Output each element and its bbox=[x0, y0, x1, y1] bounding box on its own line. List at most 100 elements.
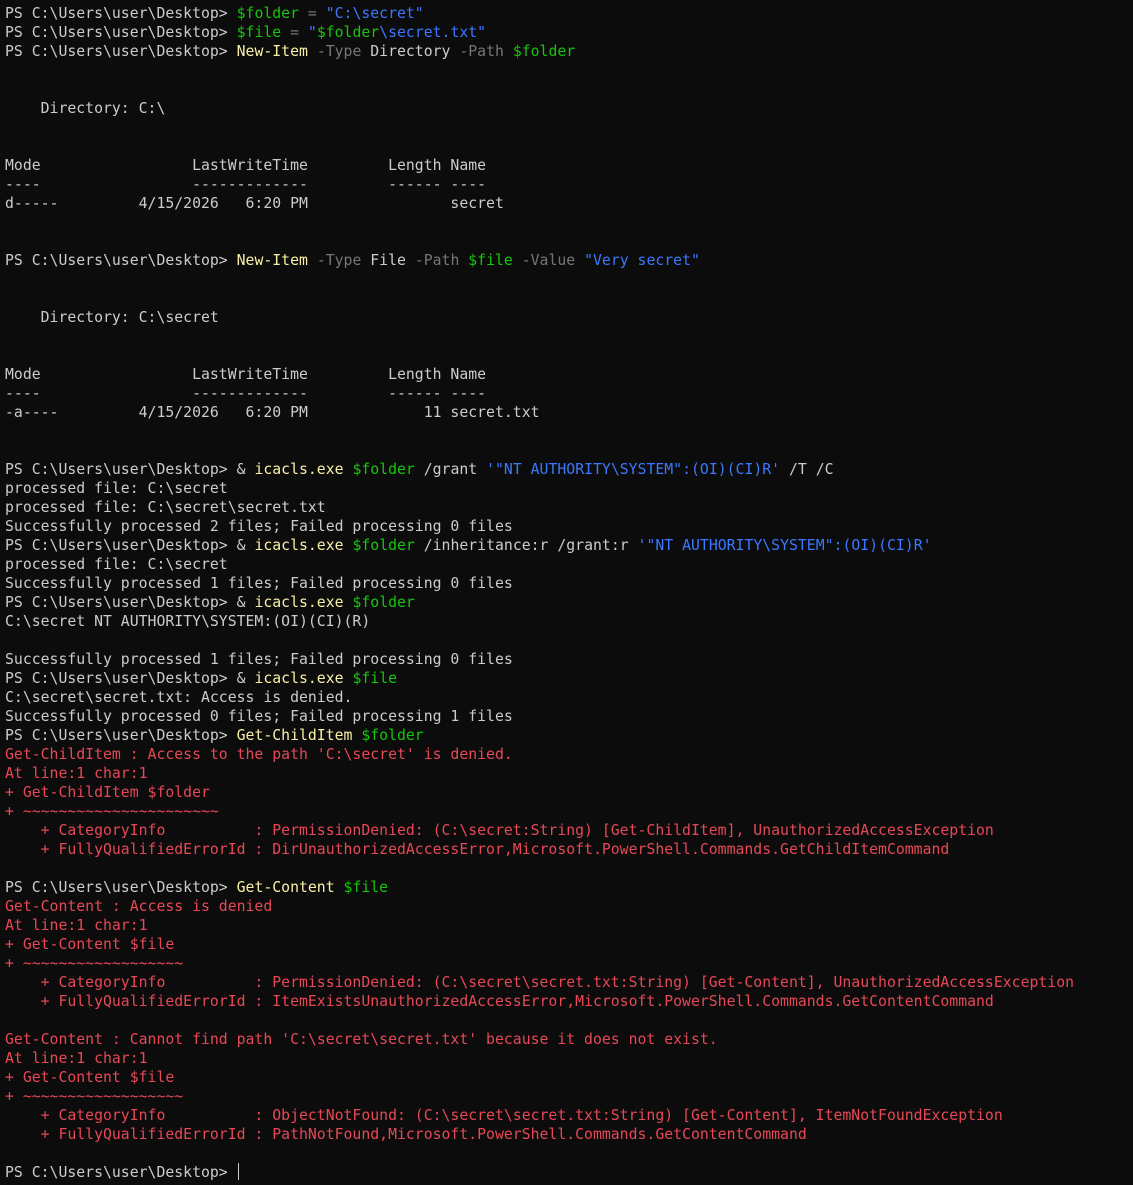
terminal-line: + ~~~~~~~~~~~~~~~~~~ bbox=[5, 1087, 1133, 1106]
terminal-line: PS C:\Users\user\Desktop> $folder = "C:\… bbox=[5, 4, 1133, 23]
terminal-text-segment: Get-Content : Cannot find path 'C:\secre… bbox=[5, 1031, 718, 1048]
terminal-text-segment: PS C:\Users\user\Desktop> bbox=[5, 537, 237, 554]
terminal-text-segment: processed file: C:\secret bbox=[5, 480, 228, 497]
terminal-text-segment: & bbox=[236, 594, 255, 611]
terminal-text-segment: PS C:\Users\user\Desktop> bbox=[5, 670, 237, 687]
terminal-text-segment: $folder bbox=[512, 43, 576, 60]
terminal-line: Directory: C:\secret bbox=[5, 308, 1133, 327]
terminal-text-segment: \secret.txt" bbox=[379, 24, 487, 41]
terminal-text-segment: $folder bbox=[352, 461, 415, 478]
terminal-text-segment: + ~~~~~~~~~~~~~~~~~~~~~~ bbox=[5, 803, 219, 820]
text-cursor bbox=[237, 1163, 239, 1180]
terminal-line: + ~~~~~~~~~~~~~~~~~~ bbox=[5, 954, 1133, 973]
active-prompt-line[interactable]: PS C:\Users\user\Desktop> bbox=[5, 1163, 1133, 1182]
terminal-line: C:\secret NT AUTHORITY\SYSTEM:(OI)(CI)(R… bbox=[5, 612, 1133, 631]
terminal-line: -a---- 4/15/2026 6:20 PM 11 secret.txt bbox=[5, 403, 1133, 422]
terminal-line: Get-Content : Cannot find path 'C:\secre… bbox=[5, 1030, 1133, 1049]
terminal-text-segment: $folder bbox=[361, 727, 424, 744]
terminal-text-segment: Successfully processed 1 files; Failed p… bbox=[5, 575, 513, 592]
terminal-line: + CategoryInfo : PermissionDenied: (C:\s… bbox=[5, 821, 1133, 840]
terminal-line: PS C:\Users\user\Desktop> & icacls.exe $… bbox=[5, 669, 1133, 688]
terminal-line: + FullyQualifiedErrorId : ItemExistsUnau… bbox=[5, 992, 1133, 1011]
terminal-line: Mode LastWriteTime Length Name bbox=[5, 156, 1133, 175]
terminal-text-segment: ---- ------------- ------ ---- bbox=[5, 176, 487, 193]
terminal-line: At line:1 char:1 bbox=[5, 764, 1133, 783]
terminal-line: ---- ------------- ------ ---- bbox=[5, 384, 1133, 403]
terminal-text-segment: $file bbox=[236, 24, 282, 41]
terminal-text-segment: "C:\secret" bbox=[325, 5, 424, 22]
terminal-text-segment: "Very secret" bbox=[584, 252, 700, 269]
terminal-line: + FullyQualifiedErrorId : DirUnauthorize… bbox=[5, 840, 1133, 859]
terminal-text-segment: & bbox=[236, 461, 255, 478]
terminal-text-segment: $folder bbox=[316, 24, 380, 41]
terminal-line: + CategoryInfo : PermissionDenied: (C:\s… bbox=[5, 973, 1133, 992]
terminal-text-segment: New-Item bbox=[236, 43, 308, 60]
terminal-line: Successfully processed 1 files; Failed p… bbox=[5, 650, 1133, 669]
powershell-terminal[interactable]: PS C:\Users\user\Desktop> $folder = "C:\… bbox=[0, 0, 1133, 1185]
terminal-line: PS C:\Users\user\Desktop> Get-ChildItem … bbox=[5, 726, 1133, 745]
terminal-line: PS C:\Users\user\Desktop> New-Item -Type… bbox=[5, 42, 1133, 61]
terminal-text-segment: processed file: C:\secret\secret.txt bbox=[5, 499, 326, 516]
terminal-line: PS C:\Users\user\Desktop> & icacls.exe $… bbox=[5, 460, 1133, 479]
terminal-text-segment: & bbox=[236, 670, 255, 687]
terminal-text-segment: -a---- 4/15/2026 6:20 PM 11 secret.txt bbox=[5, 404, 540, 421]
terminal-text-segment: icacls.exe bbox=[254, 670, 344, 687]
terminal-text-segment: PS C:\Users\user\Desktop> bbox=[5, 461, 237, 478]
terminal-text-segment: processed file: C:\secret bbox=[5, 556, 228, 573]
terminal-line: Get-Content : Access is denied bbox=[5, 897, 1133, 916]
terminal-text-segment: $folder bbox=[352, 594, 415, 611]
terminal-text-segment: Mode LastWriteTime Length Name bbox=[5, 157, 487, 174]
terminal-text-segment: Directory: C:\ bbox=[5, 100, 166, 117]
terminal-line: + CategoryInfo : ObjectNotFound: (C:\sec… bbox=[5, 1106, 1133, 1125]
terminal-text-segment: $file bbox=[352, 670, 398, 687]
terminal-line: PS C:\Users\user\Desktop> & icacls.exe $… bbox=[5, 593, 1133, 612]
terminal-text-segment: " bbox=[307, 24, 317, 41]
terminal-text-segment: + FullyQualifiedErrorId : ItemExistsUnau… bbox=[5, 993, 994, 1010]
terminal-text-segment: New-Item bbox=[236, 252, 308, 269]
terminal-text-segment: At line:1 char:1 bbox=[5, 917, 148, 934]
terminal-line: Get-ChildItem : Access to the path 'C:\s… bbox=[5, 745, 1133, 764]
terminal-text-segment: PS C:\Users\user\Desktop> bbox=[5, 43, 237, 60]
terminal-text-segment: icacls.exe bbox=[254, 594, 344, 611]
terminal-text-segment: d----- 4/15/2026 6:20 PM secret bbox=[5, 195, 504, 212]
terminal-text-segment: + CategoryInfo : ObjectNotFound: (C:\sec… bbox=[5, 1107, 1003, 1124]
terminal-line: d----- 4/15/2026 6:20 PM secret bbox=[5, 194, 1133, 213]
terminal-line: PS C:\Users\user\Desktop> & icacls.exe $… bbox=[5, 536, 1133, 555]
terminal-text-segment: PS C:\Users\user\Desktop> bbox=[5, 252, 237, 269]
terminal-text-segment: Successfully processed 2 files; Failed p… bbox=[5, 518, 513, 535]
terminal-line: Successfully processed 1 files; Failed p… bbox=[5, 574, 1133, 593]
terminal-text-segment: /grant bbox=[414, 461, 487, 478]
terminal-text-segment: Get-ChildItem bbox=[236, 727, 353, 744]
terminal-text-segment: PS C:\Users\user\Desktop> bbox=[5, 24, 237, 41]
terminal-text-segment: File bbox=[370, 252, 406, 269]
terminal-line: processed file: C:\secret bbox=[5, 479, 1133, 498]
terminal-text-segment: -Path bbox=[405, 252, 469, 269]
terminal-line: ---- ------------- ------ ---- bbox=[5, 175, 1133, 194]
terminal-text-segment: $folder bbox=[236, 5, 299, 22]
terminal-text-segment: PS C:\Users\user\Desktop> bbox=[5, 879, 237, 896]
terminal-line: + Get-Content $file bbox=[5, 1068, 1133, 1087]
terminal-line: PS C:\Users\user\Desktop> Get-Content $f… bbox=[5, 878, 1133, 897]
terminal-line: PS C:\Users\user\Desktop> $file = "$fold… bbox=[5, 23, 1133, 42]
terminal-text-segment: $file bbox=[343, 879, 389, 896]
terminal-text-segment: icacls.exe bbox=[254, 537, 344, 554]
terminal-text-segment: + Get-Content $file bbox=[5, 1069, 175, 1086]
terminal-text-segment: Get-ChildItem : Access to the path 'C:\s… bbox=[5, 746, 513, 763]
terminal-text-segment: Mode LastWriteTime Length Name bbox=[5, 366, 487, 383]
terminal-line: processed file: C:\secret\secret.txt bbox=[5, 498, 1133, 517]
terminal-line: At line:1 char:1 bbox=[5, 916, 1133, 935]
terminal-text-segment: ---- ------------- ------ ---- bbox=[5, 385, 487, 402]
terminal-line: PS C:\Users\user\Desktop> New-Item -Type… bbox=[5, 251, 1133, 270]
